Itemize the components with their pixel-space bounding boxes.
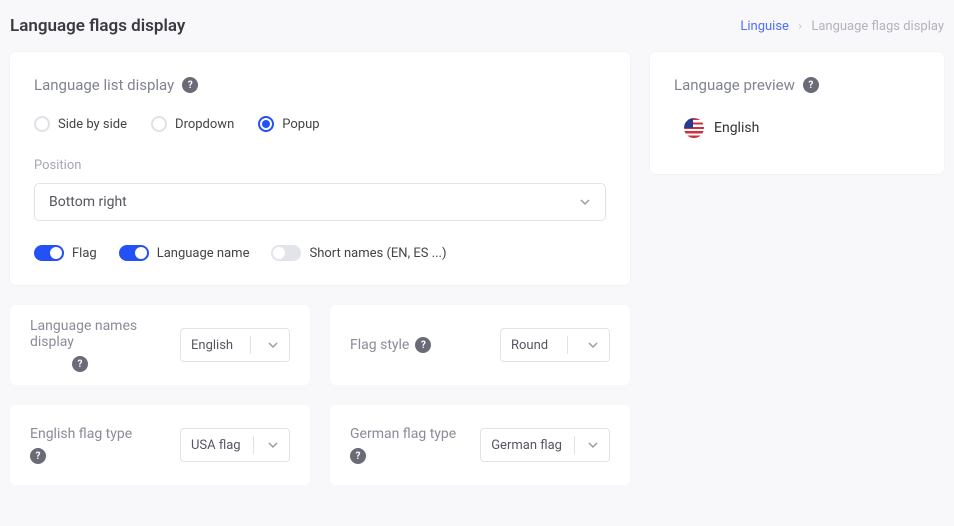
- toggle-language-name[interactable]: [119, 245, 149, 261]
- radio-popup[interactable]: Popup: [258, 116, 319, 132]
- preview-language-label: English: [714, 120, 759, 136]
- chevron-down-icon: [267, 339, 279, 351]
- toggle-language-name-label: Language name: [157, 246, 250, 261]
- flag-style-select[interactable]: Round: [500, 328, 610, 362]
- german-flag-select[interactable]: German flag: [480, 428, 610, 462]
- radio-label: Side by side: [58, 117, 127, 132]
- language-preview-card: Language preview ? English: [650, 52, 944, 174]
- radio-icon: [34, 116, 50, 132]
- help-icon[interactable]: ?: [350, 448, 366, 464]
- breadcrumb-current: Language flags display: [811, 19, 944, 34]
- german-flag-type-card: German flag type ? German flag: [330, 405, 630, 485]
- breadcrumb-root-link[interactable]: Linguise: [740, 19, 789, 34]
- position-select-value: Bottom right: [49, 194, 127, 210]
- radio-side-by-side[interactable]: Side by side: [34, 116, 127, 132]
- radio-icon: [151, 116, 167, 132]
- chevron-down-icon: [587, 339, 599, 351]
- flag-style-card: Flag style ? Round: [330, 305, 630, 385]
- chevron-down-icon: [587, 439, 599, 451]
- select-divider: [567, 336, 568, 354]
- chevron-down-icon: [579, 196, 591, 208]
- language-names-display-card: Language names display ? English: [10, 305, 310, 385]
- section-title-preview: Language preview: [674, 76, 795, 94]
- flag-style-label: Flag style: [350, 337, 409, 353]
- chevron-down-icon: [267, 439, 279, 451]
- toggle-short-names-label: Short names (EN, ES ...): [309, 246, 446, 261]
- help-icon[interactable]: ?: [182, 77, 198, 93]
- german-flag-label: German flag type: [350, 426, 456, 442]
- usa-flag-icon: [684, 118, 704, 138]
- help-icon[interactable]: ?: [72, 356, 88, 372]
- preview-language-item[interactable]: English: [674, 112, 920, 144]
- select-divider: [250, 336, 251, 354]
- position-select[interactable]: Bottom right: [34, 183, 606, 221]
- flag-style-value: Round: [511, 338, 548, 353]
- english-flag-type-card: English flag type ? USA flag: [10, 405, 310, 485]
- english-flag-label: English flag type: [30, 426, 132, 442]
- section-title-list-display: Language list display: [34, 76, 174, 94]
- toggle-flag[interactable]: [34, 245, 64, 261]
- select-divider: [574, 436, 575, 454]
- names-display-select[interactable]: English: [180, 328, 290, 362]
- radio-icon: [258, 116, 274, 132]
- german-flag-value: German flag: [491, 438, 562, 453]
- page-title: Language flags display: [10, 16, 185, 36]
- position-label: Position: [34, 158, 606, 173]
- english-flag-select[interactable]: USA flag: [180, 428, 290, 462]
- display-mode-radios: Side by side Dropdown Popup: [34, 116, 606, 132]
- radio-dropdown[interactable]: Dropdown: [151, 116, 234, 132]
- language-list-display-card: Language list display ? Side by side Dro…: [10, 52, 630, 285]
- names-display-value: English: [191, 338, 233, 353]
- toggle-short-names[interactable]: [271, 245, 301, 261]
- help-icon[interactable]: ?: [803, 77, 819, 93]
- breadcrumb: Linguise › Language flags display: [740, 19, 944, 34]
- breadcrumb-separator: ›: [798, 19, 802, 34]
- names-display-label: Language names display: [30, 318, 180, 350]
- toggle-flag-label: Flag: [72, 246, 97, 261]
- help-icon[interactable]: ?: [415, 337, 431, 353]
- help-icon[interactable]: ?: [30, 448, 46, 464]
- select-divider: [253, 436, 254, 454]
- radio-label: Dropdown: [175, 117, 234, 132]
- radio-label: Popup: [282, 117, 319, 132]
- english-flag-value: USA flag: [191, 438, 241, 453]
